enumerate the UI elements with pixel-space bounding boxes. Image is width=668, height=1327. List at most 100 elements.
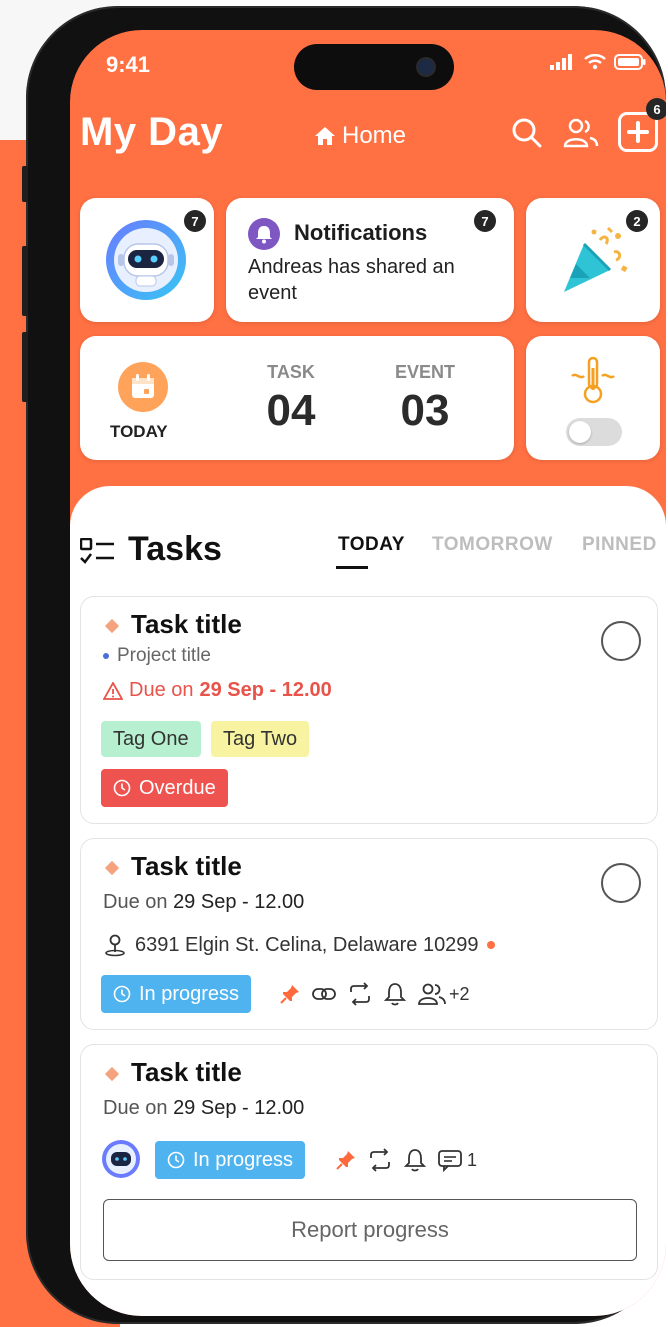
task-actions: 1 [335,1147,477,1173]
party-popper-icon [564,226,628,292]
mute-switch [22,166,28,202]
assignees-icon[interactable] [417,982,447,1006]
today-summary-card[interactable]: TODAY TASK 04 EVENT 03 [80,336,514,460]
tab-pinned[interactable]: PINNED [582,534,657,556]
task-due: Due on 29 Sep - 12.00 [103,891,304,914]
tag-chip[interactable]: Tag Two [211,721,310,757]
priority-icon [104,618,120,634]
robot-avatar-icon [102,1140,140,1178]
link-icon[interactable] [311,983,337,1005]
status-badge: In progress [101,975,252,1013]
volume-down-button [22,332,28,402]
wifi-icon [584,54,606,70]
search-icon[interactable] [510,116,544,150]
status-label: In progress [139,982,240,1005]
comments-count: 1 [467,1149,478,1170]
tab-today[interactable]: TODAY [338,534,405,556]
pin-icon[interactable] [279,983,301,1005]
task-card[interactable]: Task title Project title Due on 29 Sep -… [80,596,658,824]
celebration-card[interactable]: 2 [526,198,660,322]
task-count-label: TASK [267,362,315,382]
location-pin-icon [105,934,125,957]
assignees-extra-count: +2 [449,983,470,1004]
due-prefix: Due on [103,1097,168,1119]
app-screen: 9:41 My Day Home 6 7 Notifications Andre… [70,30,666,1316]
robot-avatar-icon [106,220,186,300]
task-location: 6391 Elgin St. Celina, Delaware 10299 [103,933,495,957]
task-card[interactable]: Task title Due on 29 Sep - 12.00 In prog… [80,1044,658,1280]
dynamic-island [294,44,454,90]
temperature-toggle[interactable] [566,418,622,446]
thermometer-icon [571,356,615,404]
status-badge: Overdue [101,769,228,807]
battery-icon [614,54,646,70]
status-icons [550,54,646,70]
volume-up-button [22,246,28,316]
status-time: 9:41 [106,52,151,77]
clock-icon [113,985,131,1003]
reminder-bell-icon[interactable] [383,981,407,1007]
due-date: 29 Sep - 12.00 [173,1097,305,1119]
page-title: My Day [80,110,224,154]
signal-icon [550,54,572,70]
repeat-icon[interactable] [347,982,373,1006]
today-label: TODAY [110,422,168,441]
add-badge: 6 [646,98,666,120]
report-progress-button[interactable]: Report progress [103,1199,637,1261]
due-prefix: Due on [129,679,194,701]
repeat-icon[interactable] [367,1148,393,1172]
assistant-badge: 7 [184,210,206,232]
task-title: Task title [131,851,242,881]
comment-icon[interactable] [437,1148,463,1172]
notifications-title: Notifications [294,220,428,245]
task-title: Task title [131,609,242,639]
home-label: Home [342,122,407,149]
status-badge: In progress [155,1141,306,1179]
location-status-dot [486,941,495,949]
tab-active-indicator [336,566,368,569]
clock-icon [113,779,131,797]
tag-chip[interactable]: Tag One [101,721,201,757]
priority-icon [104,860,120,876]
phone-frame: 9:41 My Day Home 6 7 Notifications Andre… [22,6,666,1324]
calendar-icon [118,362,168,412]
status-label: In progress [193,1148,294,1171]
celebration-badge: 2 [626,210,648,232]
home-link[interactable]: Home [314,122,406,150]
task-complete-checkbox[interactable] [601,621,641,661]
task-due: Due on 29 Sep - 12.00 [103,679,332,702]
tasks-title: Tasks [128,530,222,568]
status-label: Overdue [139,776,216,799]
location-text: 6391 Elgin St. Celina, Delaware 10299 [135,933,479,956]
temperature-card [526,336,660,460]
event-count-label: EVENT [394,362,455,382]
clock-icon [167,1151,185,1169]
notifications-badge: 7 [474,210,496,232]
team-icon[interactable] [562,116,600,150]
tasks-panel: Tasks TODAY TOMORROW PINNED Task title P… [70,486,666,1316]
project-dot-icon [103,653,109,659]
pin-icon[interactable] [335,1149,357,1171]
event-count-value: 03 [400,386,450,435]
due-date: 29 Sep - 12.00 [199,679,332,701]
notification-bell-icon [248,218,280,250]
task-card[interactable]: Task title Due on 29 Sep - 12.00 6391 El… [80,838,658,1030]
due-prefix: Due on [103,891,168,913]
task-complete-checkbox[interactable] [601,863,641,903]
notifications-card[interactable]: Notifications Andreas has shared an even… [226,198,514,322]
warning-icon [103,681,123,700]
camera-icon [418,59,434,75]
notifications-body: Andreas has shared an event [248,256,455,304]
home-icon [315,127,335,145]
checklist-icon [80,538,114,564]
reminder-bell-icon[interactable] [403,1147,427,1173]
tab-tomorrow[interactable]: TOMORROW [432,534,553,556]
priority-icon [104,1066,120,1082]
due-date: 29 Sep - 12.00 [173,891,305,913]
task-project: Project title [103,645,211,667]
task-due: Due on 29 Sep - 12.00 [103,1097,304,1120]
project-title: Project title [117,645,211,666]
task-title: Task title [131,1057,242,1087]
assistant-card[interactable]: 7 [80,198,214,322]
task-count-value: 04 [266,386,316,435]
